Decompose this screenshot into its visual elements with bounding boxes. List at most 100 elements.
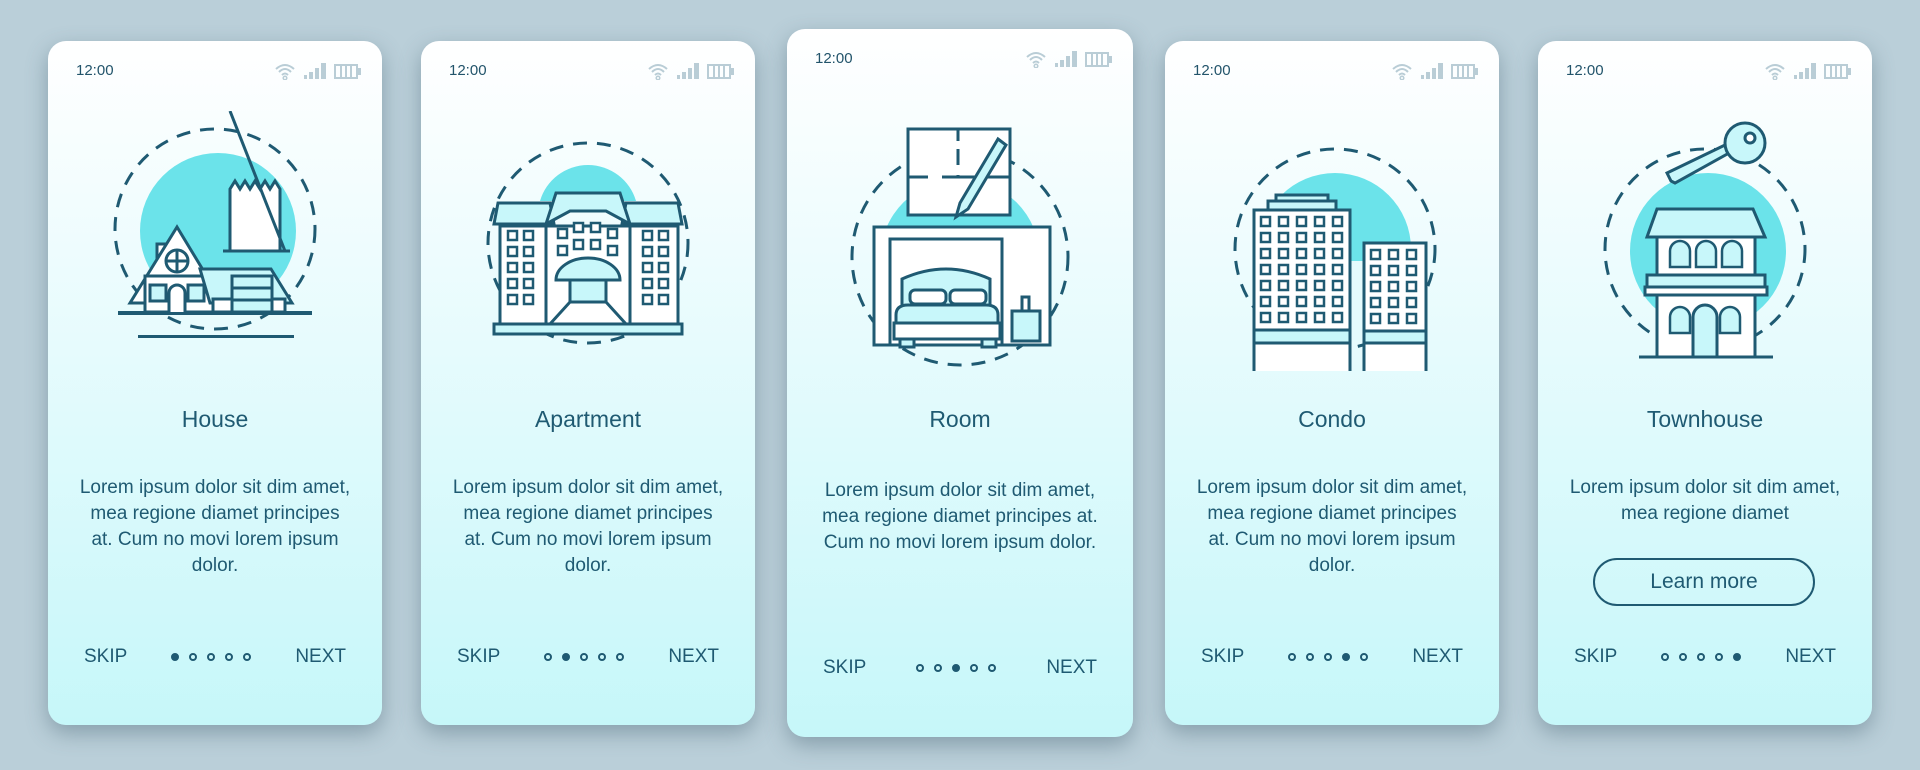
- window: [1387, 296, 1400, 309]
- window: [1405, 296, 1418, 309]
- window: [1313, 247, 1326, 260]
- page-dot[interactable]: [580, 653, 589, 661]
- onboarding-footer: SKIP NEXT: [457, 646, 719, 668]
- wifi-icon: [275, 64, 295, 80]
- learn-more-button[interactable]: Learn more: [1593, 558, 1815, 606]
- page-indicator: [171, 653, 252, 661]
- page-dot[interactable]: [598, 653, 607, 661]
- window: [1331, 295, 1344, 308]
- screen-title: House: [181, 406, 249, 432]
- window: [1369, 296, 1382, 309]
- window: [1295, 231, 1308, 244]
- skip-button[interactable]: SKIP: [823, 657, 866, 679]
- page-dot[interactable]: [1715, 653, 1724, 661]
- status-time: 12:00: [449, 62, 487, 79]
- skip-button[interactable]: SKIP: [1574, 646, 1617, 668]
- wifi-icon: [1392, 64, 1412, 80]
- window: [1405, 248, 1418, 261]
- window: [1259, 215, 1272, 228]
- window: [1295, 279, 1308, 292]
- page-dot-active[interactable]: [952, 664, 961, 672]
- window: [1313, 295, 1326, 308]
- page-dot[interactable]: [1288, 653, 1297, 661]
- status-time: 12:00: [1193, 62, 1231, 79]
- window: [1313, 215, 1326, 228]
- onboarding-screen-condo: 12:00 Condo Lorem ipsum dolor sit dim am…: [1165, 41, 1499, 725]
- screen-title: Room: [929, 406, 991, 432]
- page-indicator: [1661, 653, 1742, 661]
- window: [1369, 280, 1382, 293]
- next-button[interactable]: NEXT: [295, 646, 346, 668]
- battery-icon: [1824, 63, 1852, 79]
- wifi-icon: [1026, 52, 1046, 68]
- skip-button[interactable]: SKIP: [457, 646, 500, 668]
- page-dot[interactable]: [207, 653, 216, 661]
- window: [1369, 248, 1382, 261]
- wifi-icon: [1765, 64, 1785, 80]
- window: [1331, 215, 1344, 228]
- page-dot[interactable]: [616, 653, 625, 661]
- onboarding-footer: SKIP NEXT: [1574, 646, 1836, 668]
- window: [1331, 231, 1344, 244]
- window: [1295, 215, 1308, 228]
- battery-icon: [334, 63, 362, 79]
- page-dot[interactable]: [1679, 653, 1688, 661]
- page-dot[interactable]: [243, 653, 252, 661]
- skip-button[interactable]: SKIP: [1201, 646, 1244, 668]
- window: [1387, 312, 1400, 325]
- window: [1259, 231, 1272, 244]
- window: [1369, 312, 1382, 325]
- page-dot[interactable]: [1360, 653, 1369, 661]
- window: [1331, 311, 1344, 324]
- page-dot[interactable]: [1697, 653, 1706, 661]
- window: [1331, 279, 1344, 292]
- onboarding-footer: SKIP NEXT: [1201, 646, 1463, 668]
- window: [1405, 264, 1418, 277]
- page-dot[interactable]: [970, 664, 979, 672]
- page-dot[interactable]: [988, 664, 997, 672]
- next-button[interactable]: NEXT: [668, 646, 719, 668]
- status-time: 12:00: [76, 62, 114, 79]
- skip-button[interactable]: SKIP: [84, 646, 127, 668]
- apartment-building-icon: [486, 141, 690, 345]
- page-dot-active[interactable]: [1342, 653, 1351, 661]
- page-dot[interactable]: [916, 664, 925, 672]
- page-dot[interactable]: [189, 653, 198, 661]
- window: [1331, 247, 1344, 260]
- next-button[interactable]: NEXT: [1412, 646, 1463, 668]
- window: [1313, 263, 1326, 276]
- status-bar-icons: [1391, 61, 1479, 80]
- next-button[interactable]: NEXT: [1046, 657, 1097, 679]
- window: [1259, 311, 1272, 324]
- page-dot-active[interactable]: [171, 653, 180, 661]
- page-dot[interactable]: [544, 653, 553, 661]
- window: [1259, 279, 1272, 292]
- screen-title: Townhouse: [1646, 406, 1764, 432]
- window: [1295, 247, 1308, 260]
- window: [1387, 248, 1400, 261]
- page-dot[interactable]: [1324, 653, 1333, 661]
- window: [1277, 263, 1290, 276]
- house-icon: [113, 111, 317, 338]
- signal-icon: [1794, 62, 1816, 79]
- window: [1369, 264, 1382, 277]
- page-dot-active[interactable]: [562, 653, 571, 661]
- battery-icon: [1085, 51, 1113, 67]
- page-indicator: [544, 653, 625, 661]
- next-button[interactable]: NEXT: [1785, 646, 1836, 668]
- window: [1331, 263, 1344, 276]
- window: [1405, 312, 1418, 325]
- window: [1259, 247, 1272, 260]
- signal-icon: [677, 62, 699, 79]
- window: [1277, 295, 1290, 308]
- page-dot[interactable]: [1661, 653, 1670, 661]
- page-dot[interactable]: [1306, 653, 1315, 661]
- page-dot[interactable]: [934, 664, 943, 672]
- window: [1277, 279, 1290, 292]
- page-dot[interactable]: [225, 653, 234, 661]
- screen-description: Lorem ipsum dolor sit dim amet, mea regi…: [822, 480, 1098, 553]
- window: [1295, 311, 1308, 324]
- page-dot-active[interactable]: [1733, 653, 1742, 661]
- window: [1277, 231, 1290, 244]
- window: [1313, 311, 1326, 324]
